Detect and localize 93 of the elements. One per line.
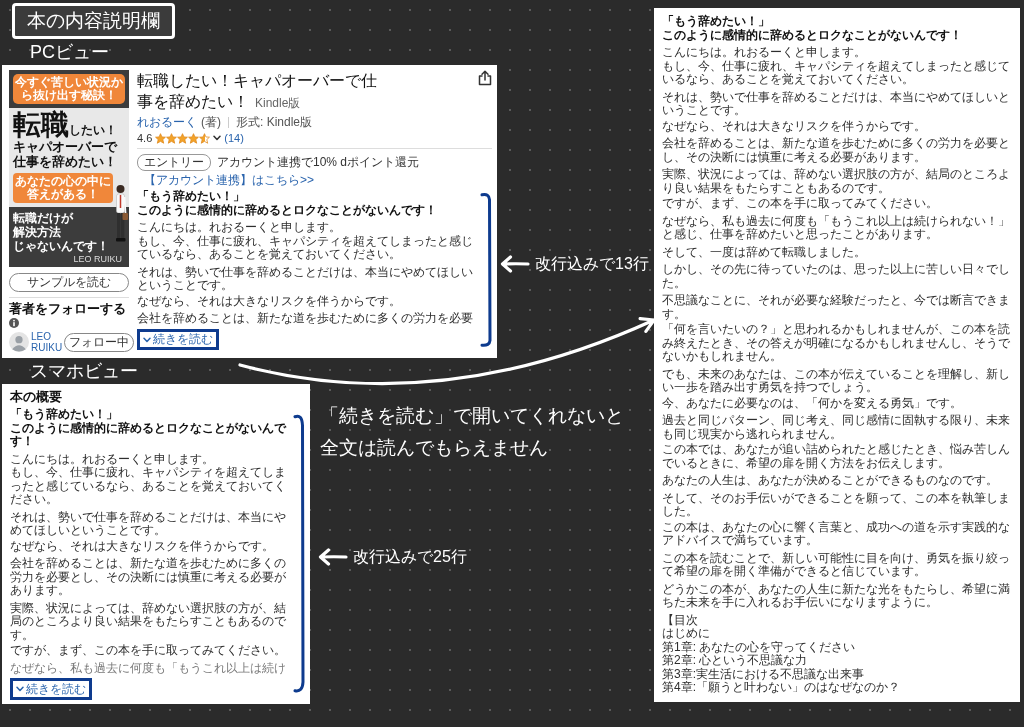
chevron-down-icon[interactable] — [213, 135, 222, 141]
description-text: どうかこの本が、あなたの人生に新たな光をもたらし、希望に満ちた未来を手に入れるお手伝いになりますように。 — [662, 582, 1011, 610]
cover-tagline: 転職だけが — [13, 211, 73, 225]
format-text: 形式: Kindle版 — [236, 115, 313, 130]
description-text: ですが、まず、この本を手に取ってみてください。 — [662, 197, 939, 211]
share-icon[interactable] — [478, 70, 492, 86]
cover-callout-text: あなたの心の中に — [15, 175, 111, 188]
description-text: こんにちは。れおるーくと申します。 — [662, 46, 867, 60]
description-text: それは、勢いで仕事を辞めることだけは、本当にやめてほしいということです。 — [137, 265, 474, 293]
description-lead: このように感情的に辞めるとロクなことがないんです！ — [10, 421, 288, 449]
callout-text: 全文は読んでもらえません — [320, 436, 548, 460]
read-more-link[interactable]: 続きを読む — [143, 332, 213, 347]
follow-heading: 著者をフォローする — [9, 301, 126, 317]
chevron-down-icon — [16, 686, 24, 692]
description-text: 過去と同じパターン、同じ考え、同じ感情に固執する限り、未来も同じ現実から逃れられません。 — [662, 414, 1011, 441]
author-name-link[interactable]: LEO RUIKU — [31, 331, 62, 353]
description-lead: 「もう辞めたい！」 — [137, 190, 245, 204]
star-icon — [188, 132, 200, 144]
cover-tagline: じゃないんです！ — [13, 239, 109, 253]
chevron-down-icon — [143, 336, 151, 343]
description-text: なぜなら、それは大きなリスクを伴うからです。 — [137, 294, 402, 308]
star-icon — [166, 132, 178, 144]
toc-line: 第4章:「願うと叶わない」のはなぜなのか？ — [662, 681, 901, 695]
description-text: もし、今、仕事に疲れ、キャパシティを超えてしまったと感じているなら、あることを覚えておいてください。 — [662, 59, 1011, 87]
description-text: 実際、状況によっては、辞めない選択肢の方が、結局のところより良い結果をもたらすこともあるのです。 — [10, 601, 287, 642]
description-text: こんにちは。れおるーくと申します。 — [10, 452, 215, 466]
cover-banner: 今すぐ苦しい状況から抜け出す秘訣！ — [13, 74, 125, 104]
description-text: なぜなら、私も過去に何度も「もうこれ以上は続け — [10, 661, 287, 675]
toc-line: 第1章: あなたの心を守ってください — [662, 640, 857, 654]
description-text: なぜなら、それは大きなリスクを伴うからです。 — [662, 119, 927, 133]
book-title: 転職したい！キャパオーバーで仕事を辞めたい！ Kindle版 — [137, 71, 378, 112]
review-count-link[interactable]: (14) — [224, 131, 244, 145]
cover-title: 仕事を辞めたい！ — [13, 155, 117, 170]
description-text: 今、あなたに必要なのは、「何かを変える勇気」です。 — [662, 396, 963, 410]
toc-line: はじめに — [662, 627, 711, 641]
avatar-icon — [9, 332, 29, 352]
description-lead: このように感情的に辞めるとロクなことがないんです！ — [662, 28, 963, 42]
cover-title: キャパオーバーで — [13, 140, 117, 155]
description-text: ですが、まず、この本を手に取ってみてください。 — [10, 644, 287, 658]
description-text: この本を読むことで、新しい可能性に目を向け、勇気を振り絞って希望の扉を開く準備ができると信じています。 — [662, 551, 1011, 579]
sample-button[interactable]: サンプルを読む — [9, 273, 129, 292]
description-text: でも、未来のあなたは、この本が伝えていることを理解し、新しい一歩を踏み出す勇気を持つでしょう。 — [662, 367, 1011, 395]
description-lead: このように感情的に辞めるとロクなことがないんです！ — [137, 203, 438, 217]
description-text: それは、勢いで仕事を辞めることだけは、本当にやめてほしいということです。 — [662, 90, 1011, 118]
page-title: 本の内容説明欄 — [12, 3, 175, 39]
description-text: なぜなら、私も過去に何度も「もうこれ以上は続けられない！」と感じ、仕事を辞めたいと思ったことがあります。 — [662, 214, 1011, 242]
star-icon — [199, 132, 211, 144]
description-text: もし、今、仕事に疲れ、キャパシティを超えてしまったと感じているなら、あることを覚えておいてください。 — [10, 466, 287, 507]
promo-link[interactable]: 【アカウント連携】はこちら>> — [144, 173, 314, 188]
description-text: 会社を辞めることは、新たな道を歩むために多くの労力を必要とし、その決断には慎重に考える必要があります。 — [10, 557, 287, 598]
section-label: スマホビュー — [30, 360, 138, 382]
description-lead: 「もう辞めたい！」 — [662, 15, 770, 29]
arrow-left-icon — [500, 255, 530, 273]
author-link[interactable]: れおるーく — [137, 115, 197, 130]
star-icon — [177, 132, 189, 144]
cover-title: 転職したい！ — [13, 110, 118, 140]
annotation-text: 改行込みで13行 — [535, 254, 649, 274]
cover-tagline: 解決方法 — [13, 225, 61, 239]
follow-button[interactable]: フォロー中 — [64, 332, 134, 352]
description-text: 「何を言いたいの？」と思われるかもしれませんが、この本を読み終えたとき、その答えが明確になるかもしれませんし、そうでないかもしれません。 — [662, 323, 1011, 364]
callout-text: 「続きを読む」で開いてくれないと — [320, 404, 624, 428]
toc-line: 【目次 — [662, 613, 699, 627]
section-heading: 本の概要 — [10, 389, 62, 405]
man-with-briefcase-icon — [114, 184, 128, 242]
read-more-link[interactable]: 続きを読む — [16, 681, 86, 697]
annotation-text: 改行込みで25行 — [353, 547, 467, 567]
description-lead: 「もう辞めたい！」 — [10, 408, 118, 422]
author-role: (著) — [201, 115, 221, 130]
info-icon[interactable] — [9, 318, 19, 328]
description-text: 会社を辞めることは、新たな道を歩むために多くの労力を必要 — [137, 312, 474, 326]
cover-callout-text: 答えがある！ — [27, 188, 100, 201]
entry-badge: エントリー — [137, 154, 211, 171]
toc-line: 第2章: 心という不思議な力 — [662, 654, 809, 668]
arrow-left-icon — [318, 548, 348, 566]
description-text: 不思議なことに、それが必要な経験だったと、今では断言できます。 — [662, 294, 1011, 321]
description-text: この本は、あなたの心に響く言葉と、成功への道を示す実践的なアドバイスで満ちています。 — [662, 520, 1011, 548]
rating-value: 4.6 — [137, 131, 153, 145]
description-text: こんにちは。れおるーくと申します。 — [137, 221, 342, 235]
description-text: なぜなら、それは大きなリスクを伴うからです。 — [10, 539, 275, 553]
promo-text: アカウント連携で10% dポイント還元 — [217, 155, 420, 170]
description-text: それは、勢いで仕事を辞めることだけは、本当にやめてほしいということです。 — [10, 510, 287, 538]
description-text: そして、そのお手伝いができることを願って、この本を執筆しました。 — [662, 491, 1011, 519]
cover-author: LEO RUIKU — [73, 254, 122, 264]
description-text: 会社を辞めることは、新たな道を歩むために多くの労力を必要とし、その決断には慎重に考える必要があります。 — [662, 137, 1011, 164]
section-label: PCビュー — [30, 41, 109, 63]
description-text: そして、一度は辞めて転職しました。 — [662, 245, 867, 259]
description-text: この本では、あなたが追い詰められたと感じたとき、悩み苦しんでいるときに、希望の扉を開く方法をお伝えします。 — [662, 443, 1011, 470]
star-icon — [155, 132, 167, 144]
description-text: 実際、状況によっては、辞めない選択肢の方が、結局のところより良い結果をもたらすこともあるのです。 — [662, 168, 1011, 195]
description-text: しかし、その先に待っていたのは、思った以上に苦しい日々でした。 — [662, 263, 1011, 290]
description-text: あなたの人生は、あなたが決めることができるものなのです。 — [662, 474, 999, 488]
description-text: もし、今、仕事に疲れ、キャパシティを超えてしまったと感じているなら、あることを覚えておいてください。 — [137, 234, 474, 262]
toc-line: 第3章:実生活における不思議な出来事 — [662, 667, 865, 681]
